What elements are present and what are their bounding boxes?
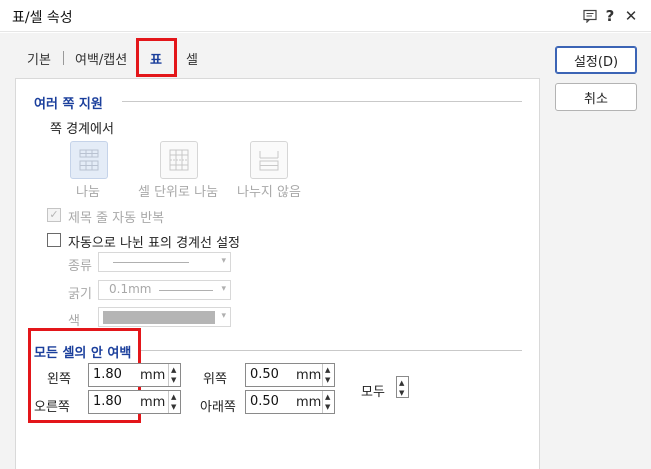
- chevron-up-icon[interactable]: ▲: [399, 379, 404, 387]
- dialog-title: 표/셀 속성: [12, 10, 73, 26]
- table-tab-highlight: [136, 38, 177, 77]
- multi-page-section-title: 여러 쪽 지원: [34, 97, 103, 112]
- top-margin-unit: mm: [296, 368, 322, 383]
- chevron-down-icon[interactable]: ▼: [171, 403, 176, 411]
- chevron-up-icon[interactable]: ▲: [171, 393, 176, 401]
- tab-bar: 기본 여백/캡션 표 셀: [0, 33, 540, 79]
- repeat-header-checkbox[interactable]: ✓: [47, 208, 61, 222]
- all-margin-stepper[interactable]: ▲ ▼: [396, 376, 409, 398]
- table-no-split-icon: [259, 151, 279, 171]
- bottom-margin-label: 아래쪽: [200, 400, 236, 415]
- title-bar: 표/셀 속성 ? ✕: [0, 0, 651, 32]
- bottom-margin-input[interactable]: 0.50 mm ▲ ▼: [245, 390, 335, 414]
- left-margin-value: 1.80: [93, 367, 122, 382]
- chevron-down-icon[interactable]: ▼: [171, 376, 176, 384]
- cancel-button[interactable]: 취소: [555, 83, 637, 111]
- split-by-cell-option-label: 셀 단위로 나눔: [138, 185, 219, 200]
- solid-line-preview: [113, 262, 189, 263]
- right-margin-value: 1.80: [93, 394, 122, 409]
- color-swatch: [103, 311, 215, 324]
- chevron-down-icon: ▾: [221, 311, 226, 321]
- left-margin-input[interactable]: 1.80 mm ▲ ▼: [88, 363, 181, 387]
- chevron-up-icon[interactable]: ▲: [325, 393, 330, 401]
- right-margin-input[interactable]: 1.80 mm ▲ ▼: [88, 390, 181, 414]
- bottom-margin-value: 0.50: [250, 394, 279, 409]
- table-split-icon: [79, 149, 99, 171]
- chevron-down-icon[interactable]: ▼: [325, 376, 330, 384]
- line-type-select[interactable]: ▾: [98, 252, 231, 272]
- line-width-value: 0.1mm: [109, 282, 152, 296]
- section-divider: [122, 101, 522, 102]
- ok-button[interactable]: 설정(D): [555, 46, 637, 74]
- all-margin-label: 모두: [361, 385, 385, 400]
- split-option-button[interactable]: [70, 141, 108, 179]
- chevron-down-icon: ▾: [221, 284, 226, 294]
- close-icon[interactable]: ✕: [621, 6, 641, 26]
- bottom-margin-unit: mm: [296, 395, 322, 410]
- line-color-select[interactable]: ▾: [98, 307, 231, 327]
- chevron-up-icon[interactable]: ▲: [171, 366, 176, 374]
- line-color-label: 색: [68, 314, 80, 329]
- split-option-label: 나눔: [76, 185, 100, 200]
- chat-icon[interactable]: [580, 6, 600, 26]
- split-by-cell-option-button[interactable]: [160, 141, 198, 179]
- chevron-down-icon[interactable]: ▼: [325, 403, 330, 411]
- no-split-option-button[interactable]: [250, 141, 288, 179]
- bottom-margin-stepper[interactable]: ▲ ▼: [322, 391, 334, 413]
- auto-border-checkbox[interactable]: [47, 233, 61, 247]
- line-width-preview: [159, 290, 213, 291]
- line-width-select[interactable]: 0.1mm ▾: [98, 280, 231, 300]
- top-margin-value: 0.50: [250, 367, 279, 382]
- line-type-label: 종류: [68, 259, 92, 274]
- right-margin-unit: mm: [140, 395, 166, 410]
- chevron-up-icon[interactable]: ▲: [325, 366, 330, 374]
- left-margin-label: 왼쪽: [47, 372, 71, 387]
- help-icon[interactable]: ?: [600, 6, 620, 26]
- tab-cell[interactable]: 셀: [186, 49, 198, 68]
- line-width-label: 굵기: [68, 287, 92, 302]
- right-margin-stepper[interactable]: ▲ ▼: [168, 391, 180, 413]
- auto-border-label: 자동으로 나뉜 표의 경계선 설정: [68, 236, 241, 251]
- no-split-option-label: 나누지 않음: [237, 185, 301, 200]
- tab-margin-caption[interactable]: 여백/캡션: [75, 49, 127, 68]
- left-margin-stepper[interactable]: ▲ ▼: [168, 364, 180, 386]
- top-margin-stepper[interactable]: ▲ ▼: [322, 364, 334, 386]
- page-border-label: 쪽 경계에서: [50, 122, 114, 137]
- left-margin-unit: mm: [140, 368, 166, 383]
- table-cell-split-icon: [169, 149, 189, 171]
- chevron-down-icon: ▾: [221, 256, 226, 266]
- tab-separator: [63, 51, 64, 65]
- right-margin-label: 오른쪽: [34, 400, 70, 415]
- repeat-header-label: 제목 줄 자동 반복: [68, 211, 165, 226]
- top-margin-input[interactable]: 0.50 mm ▲ ▼: [245, 363, 335, 387]
- chevron-down-icon[interactable]: ▼: [399, 389, 404, 397]
- section-divider: [141, 350, 522, 351]
- top-margin-label: 위쪽: [203, 372, 227, 387]
- tab-basic[interactable]: 기본: [27, 49, 51, 68]
